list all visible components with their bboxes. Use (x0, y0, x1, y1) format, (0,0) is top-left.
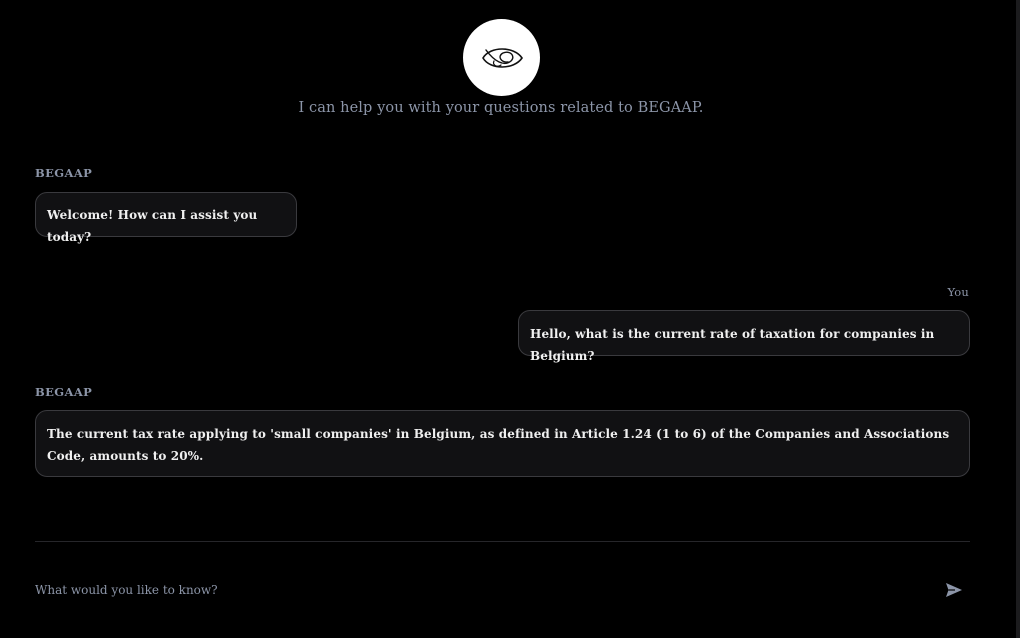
message-sender-bot: BEGAAP (35, 385, 93, 399)
send-arrow-icon (946, 583, 962, 597)
message-sender-bot: BEGAAP (35, 166, 93, 180)
intro-text: I can help you with your questions relat… (298, 100, 704, 116)
bot-message-bubble: The current tax rate applying to 'small … (35, 410, 970, 477)
window-edge (1016, 0, 1020, 638)
message-sender-user: You (947, 285, 969, 299)
message-input[interactable] (35, 575, 915, 605)
bot-message-bubble: Welcome! How can I assist you today? (35, 192, 297, 244)
send-button[interactable] (941, 578, 967, 602)
user-message-bubble: Hello, what is the current rate of taxat… (518, 310, 970, 363)
eye-swirl-logo-icon (481, 47, 523, 68)
composer-divider (35, 541, 970, 542)
logo (463, 19, 540, 96)
